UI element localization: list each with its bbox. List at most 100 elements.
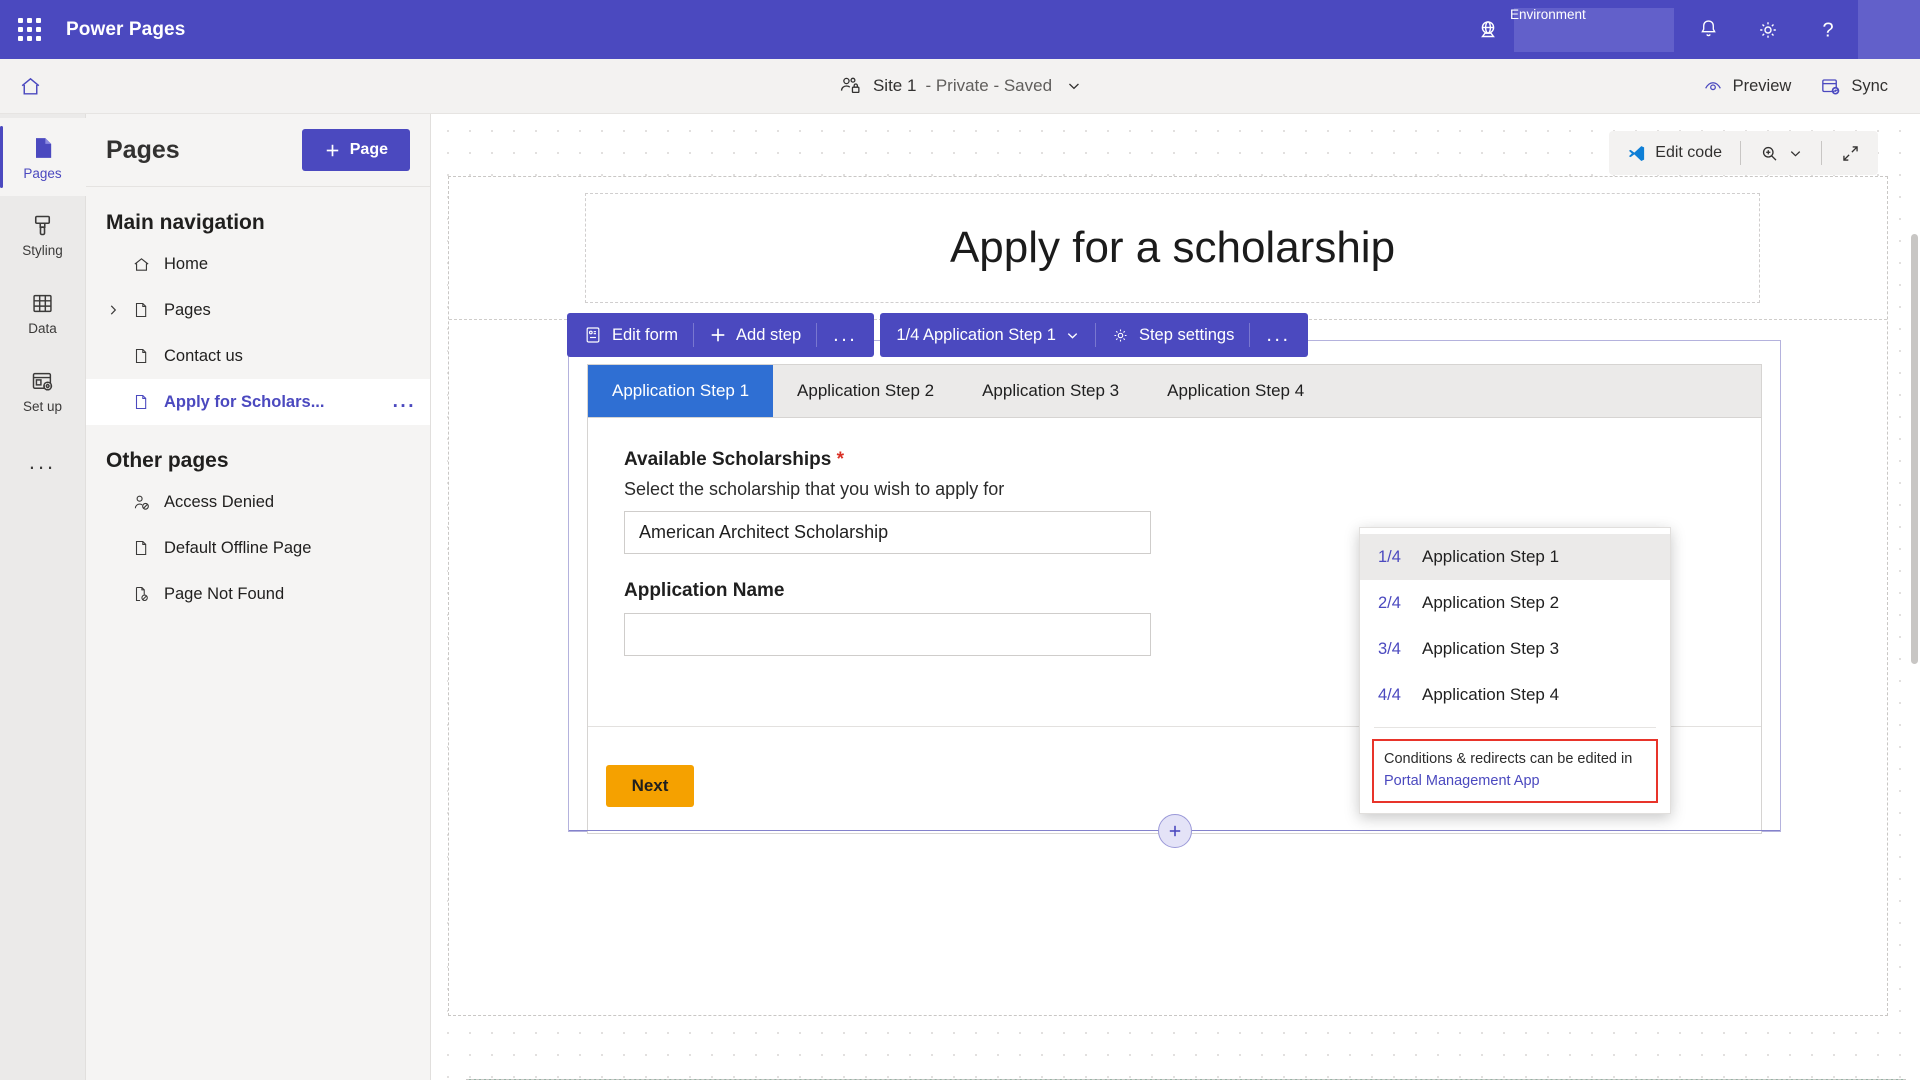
app-launcher-button[interactable] [0,0,58,59]
multistep-toolbar: Edit form Add step ... 1/4 Application S… [567,313,1308,357]
tab-application-step-4[interactable]: Application Step 4 [1143,365,1328,417]
site-private-icon [840,77,860,94]
sync-button[interactable]: Sync [1807,67,1900,106]
brand-title: Power Pages [66,18,186,40]
nav-item-more-button[interactable]: ... [393,391,416,413]
page-icon [35,137,51,158]
pages-panel-header: Pages Page [86,114,430,187]
sidebar-more-button[interactable]: ... [0,430,86,494]
dropdown-item-step-1[interactable]: 1/4 Application Step 1 [1360,534,1670,580]
form-step-tabs: Application Step 1 Application Step 2 Ap… [588,365,1761,418]
nav-item-page-not-found[interactable]: Page Not Found [86,571,430,617]
required-marker: * [836,449,845,470]
preview-label: Preview [1732,76,1792,95]
page-title: Pages [106,135,180,164]
preview-button[interactable]: Preview [1690,67,1804,105]
nav-item-default-offline-page[interactable]: Default Offline Page [86,525,430,571]
step-actions-group: 1/4 Application Step 1 Step settings ... [880,313,1308,357]
nav-item-label: Home [164,254,209,273]
form-more-button[interactable]: ... [820,324,870,347]
command-bar-actions: Preview Sync [1690,67,1920,106]
portal-management-app-link[interactable]: Portal Management App [1384,771,1646,793]
person-blocked-icon [132,493,164,512]
toolbar-divider [816,323,818,347]
dropdown-item-step-2[interactable]: 2/4 Application Step 2 [1360,580,1670,626]
home-button[interactable] [0,59,60,114]
step-selector-label: 1/4 Application Step 1 [896,325,1056,344]
zoom-control[interactable] [1748,136,1814,171]
add-page-button[interactable]: Page [301,129,410,171]
toolbar-divider [1821,141,1822,165]
field-help-text: Select the scholarship that you wish to … [624,479,1005,499]
chevron-down-icon [1790,150,1801,156]
home-outline-icon [132,255,164,274]
dropdown-item-step-3[interactable]: 3/4 Application Step 3 [1360,626,1670,672]
edit-form-button[interactable]: Edit form [571,317,690,353]
chevron-right-icon[interactable] [106,303,132,317]
add-section-button[interactable] [1157,814,1192,848]
home-icon [21,77,39,95]
svg-text:?: ? [1822,19,1833,41]
sidebar-item-label: Data [28,321,57,336]
bell-icon [1700,20,1716,37]
canvas-scrollbar[interactable] [1911,234,1918,664]
nav-item-contact-us[interactable]: Contact us [86,333,430,379]
help-button[interactable]: ? [1798,0,1858,59]
tab-application-step-3[interactable]: Application Step 3 [958,365,1143,417]
available-scholarships-input[interactable]: American Architect Scholarship [624,511,1151,554]
step-label: Application Step 3 [1422,639,1560,658]
nav-item-home[interactable]: Home [86,241,430,287]
nav-item-label: Access Denied [164,492,275,511]
left-nav-rail: Pages Styling Data Set up ... [0,114,86,1080]
step-settings-button[interactable]: Step settings [1099,317,1246,353]
dropdown-note: Conditions & redirects can be edited in … [1372,739,1658,803]
site-selector[interactable]: Site 1 - Private - Saved [828,69,1092,103]
page-canvas: Edit code Apply for a scholarship Applic… [431,114,1920,1080]
field-label-text: Available Scholarships [624,449,832,470]
nav-item-access-denied[interactable]: Access Denied [86,479,430,525]
main-navigation-title: Main navigation [106,211,265,234]
step-label: Application Step 1 [1422,547,1560,566]
page-surface: Apply for a scholarship Application Step… [448,176,1906,1080]
dropdown-item-step-4[interactable]: 4/4 Application Step 4 [1360,672,1670,718]
expand-canvas-button[interactable] [1829,136,1872,171]
command-bar: Site 1 - Private - Saved Preview Sync [0,59,1920,114]
settings-button[interactable] [1738,0,1798,59]
sidebar-item-label: Pages [23,165,62,181]
tab-application-step-2[interactable]: Application Step 2 [773,365,958,417]
tab-application-step-1[interactable]: Application Step 1 [588,365,774,417]
brand-header: Power Pages Environment ? [0,0,1920,59]
hero-section[interactable]: Apply for a scholarship [585,193,1760,303]
step-more-button[interactable]: ... [1253,324,1303,347]
sidebar-item-pages[interactable]: Pages [0,118,86,196]
sync-icon [1822,78,1840,95]
chevron-down-icon [1067,332,1078,339]
sidebar-item-data[interactable]: Data [0,274,86,352]
step-fraction: 1/4 [1378,547,1401,566]
next-button[interactable]: Next [606,765,694,807]
plus-icon [326,144,338,156]
step-selector-button[interactable]: 1/4 Application Step 1 [884,317,1092,353]
notifications-button[interactable] [1678,0,1738,59]
application-name-input[interactable] [624,613,1151,656]
environment-picker[interactable]: Environment [1464,0,1678,59]
nav-item-apply-for-scholarship[interactable]: Apply for Scholars... ... [86,379,430,425]
dropdown-note-text: Conditions & redirects can be edited in [1384,751,1633,767]
add-step-button[interactable]: Add step [697,317,813,353]
account-avatar[interactable] [1858,0,1920,59]
sidebar-item-setup[interactable]: Set up [0,352,86,430]
edit-code-button[interactable]: Edit code [1615,136,1733,171]
edit-form-label: Edit form [612,325,679,344]
field-label-text: Application Name [624,580,785,601]
gear-icon [1760,21,1776,38]
site-name: Site 1 [872,76,917,95]
step-fraction: 4/4 [1378,685,1401,704]
preview-eye-icon [1704,82,1721,91]
field-label: Available Scholarships * [624,449,1725,471]
nav-item-pages[interactable]: Pages [86,287,430,333]
step-fraction: 2/4 [1378,593,1401,612]
toolbar-divider [1094,323,1096,347]
form-actions-group: Edit form Add step ... [567,313,875,357]
edit-code-label: Edit code [1655,144,1722,161]
sidebar-item-styling[interactable]: Styling [0,196,86,274]
